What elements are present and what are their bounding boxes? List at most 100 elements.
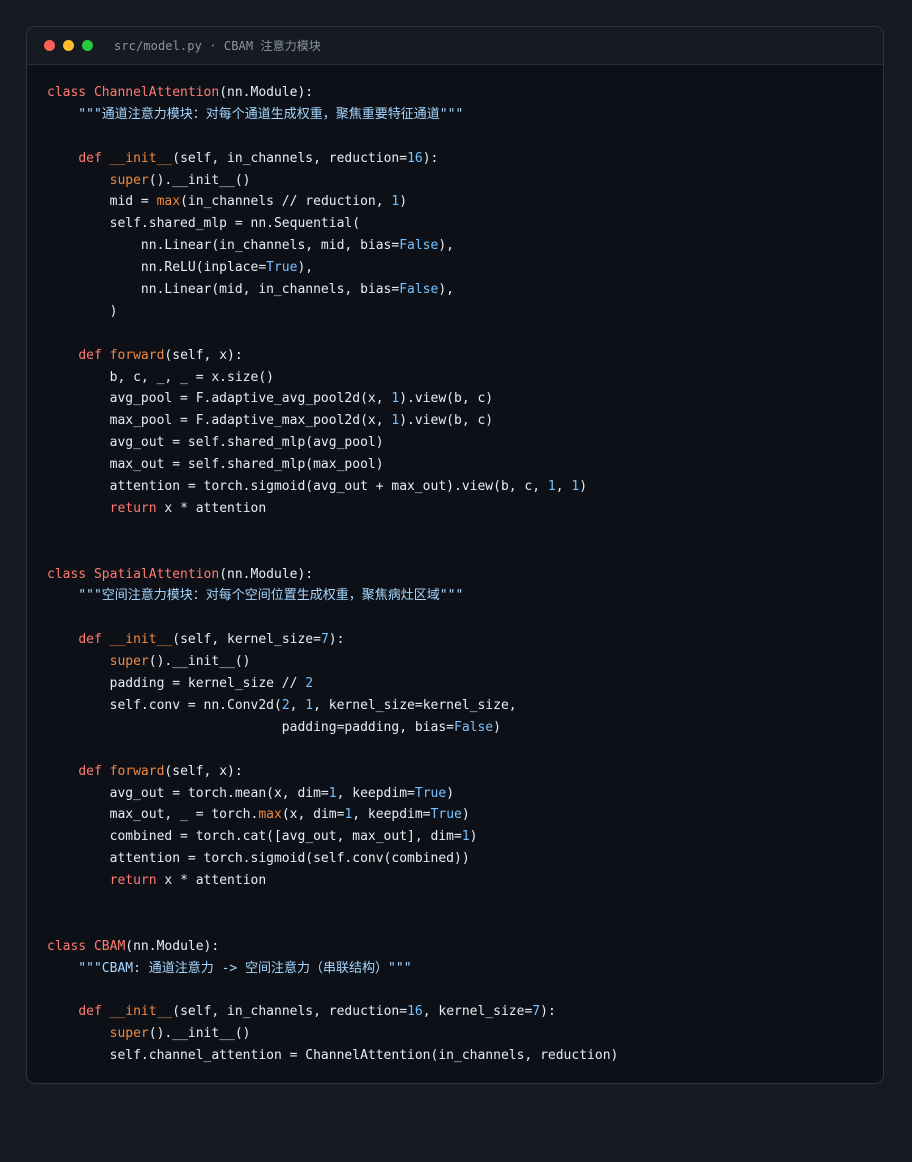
code-line: ) bbox=[47, 301, 883, 323]
code-token: 2 bbox=[305, 676, 314, 692]
code-token: ).view(b, c) bbox=[399, 391, 494, 407]
code-line: self.shared_mlp = nn.Sequential( bbox=[47, 213, 883, 235]
code-token: , kernel_size=kernel_size, bbox=[313, 697, 517, 713]
code-token: , keepdim= bbox=[336, 785, 415, 801]
code-token: ), bbox=[297, 260, 314, 276]
code-line: super().__init__() bbox=[47, 1023, 883, 1045]
close-window-dot[interactable] bbox=[44, 40, 55, 51]
code-token: ) bbox=[47, 303, 118, 319]
code-token: super bbox=[109, 1026, 149, 1042]
maximize-window-dot[interactable] bbox=[82, 40, 93, 51]
code-token: , kernel_size= bbox=[422, 1004, 533, 1020]
code-line: padding=padding, bias=False) bbox=[47, 717, 883, 739]
code-token: CBAM bbox=[93, 938, 126, 954]
code-token: ().__init__() bbox=[148, 172, 251, 188]
code-token: (self, x): bbox=[164, 347, 243, 363]
code-token: , bbox=[555, 479, 572, 495]
code-line: nn.Linear(mid, in_channels, bias=False), bbox=[47, 279, 883, 301]
code-token: , keepdim= bbox=[352, 807, 431, 823]
code-token: nn.Linear(in_channels, mid, bias= bbox=[47, 238, 400, 254]
code-token: ).view(b, c) bbox=[399, 413, 494, 429]
code-token: (nn.Module): bbox=[219, 566, 314, 582]
code-token: __init__ bbox=[109, 1004, 173, 1020]
code-line: avg_out = self.shared_mlp(avg_pool) bbox=[47, 432, 883, 454]
code-token: attention = torch.sigmoid(self.conv(comb… bbox=[47, 851, 470, 867]
code-token: False bbox=[454, 719, 494, 735]
code-area[interactable]: class ChannelAttention(nn.Module): """通道… bbox=[27, 65, 883, 1067]
code-token: nn.Linear(mid, in_channels, bias= bbox=[47, 282, 400, 298]
code-token: return bbox=[109, 500, 165, 516]
code-line: """CBAM: 通道注意力 -> 空间注意力（串联结构）""" bbox=[47, 958, 883, 980]
code-token: max_out, _ = torch. bbox=[47, 807, 259, 823]
code-token: 16 bbox=[407, 1004, 423, 1020]
code-line: avg_pool = F.adaptive_avg_pool2d(x, 1).v… bbox=[47, 388, 883, 410]
code-line: nn.Linear(in_channels, mid, bias=False), bbox=[47, 235, 883, 257]
code-token: ) bbox=[493, 719, 501, 735]
code-token: forward bbox=[109, 763, 165, 779]
code-token: self.channel_attention = ChannelAttentio… bbox=[47, 1048, 619, 1064]
code-token: return bbox=[109, 873, 165, 889]
code-token: super bbox=[109, 172, 149, 188]
code-token: 16 bbox=[407, 150, 423, 166]
code-token: ) bbox=[469, 829, 478, 845]
code-line: max_pool = F.adaptive_max_pool2d(x, 1).v… bbox=[47, 410, 883, 432]
code-token: (nn.Module): bbox=[125, 938, 220, 954]
code-line: attention = torch.sigmoid(avg_out + max_… bbox=[47, 476, 883, 498]
code-token: max bbox=[258, 807, 282, 823]
code-token: ChannelAttention bbox=[93, 85, 220, 100]
code-token: max_pool = F.adaptive_max_pool2d(x, bbox=[47, 413, 392, 429]
code-line: max_out, _ = torch.max(x, dim=1, keepdim… bbox=[47, 804, 883, 826]
code-line: return x * attention bbox=[47, 498, 883, 520]
code-token: """通道注意力模块：对每个通道生成权重，聚焦重要特征通道""" bbox=[47, 106, 464, 122]
code-token: x * attention bbox=[164, 873, 267, 889]
minimize-window-dot[interactable] bbox=[63, 40, 74, 51]
code-token: False bbox=[399, 238, 439, 254]
code-window: src/model.py · CBAM 注意力模块 class ChannelA… bbox=[26, 26, 884, 1084]
code-token: ) bbox=[461, 807, 470, 823]
code-token: True bbox=[414, 785, 447, 801]
code-token: x * attention bbox=[164, 500, 267, 516]
code-token: combined = torch.cat([avg_out, max_out],… bbox=[47, 829, 462, 845]
code-token: ): bbox=[540, 1004, 556, 1020]
code-token: , bbox=[289, 697, 306, 713]
code-token: super bbox=[109, 654, 149, 670]
code-token: False bbox=[399, 282, 439, 298]
code-line: def __init__(self, kernel_size=7): bbox=[47, 629, 883, 651]
code-token: def bbox=[78, 763, 110, 779]
code-token: """空间注意力模块：对每个空间位置生成权重，聚焦病灶区域""" bbox=[47, 588, 464, 604]
code-token: ) bbox=[579, 479, 588, 495]
code-token: mid = bbox=[47, 194, 157, 210]
code-token: padding = kernel_size // bbox=[47, 676, 306, 692]
code-token: 2 bbox=[281, 697, 290, 713]
code-line: """空间注意力模块：对每个空间位置生成权重，聚焦病灶区域""" bbox=[47, 585, 883, 607]
code-token: 7 bbox=[532, 1004, 541, 1020]
code-line: class SpatialAttention(nn.Module): bbox=[47, 564, 883, 586]
code-token: ().__init__() bbox=[148, 654, 251, 670]
code-line: def __init__(self, in_channels, reductio… bbox=[47, 148, 883, 170]
code-token: SpatialAttention bbox=[93, 566, 220, 582]
code-token: nn.ReLU(inplace= bbox=[47, 260, 267, 276]
code-line: class ChannelAttention(nn.Module): bbox=[47, 82, 883, 104]
code-line: def forward(self, x): bbox=[47, 345, 883, 367]
code-line: class CBAM(nn.Module): bbox=[47, 936, 883, 958]
code-token: __init__ bbox=[109, 150, 173, 166]
code-line: return x * attention bbox=[47, 870, 883, 892]
code-line: avg_out = torch.mean(x, dim=1, keepdim=T… bbox=[47, 783, 883, 805]
code-token: 1 bbox=[328, 785, 337, 801]
code-token: self.conv = nn.Conv2d( bbox=[47, 697, 282, 713]
code-token: __init__ bbox=[109, 632, 173, 648]
code-token: (self, in_channels, reduction= bbox=[172, 1004, 408, 1020]
